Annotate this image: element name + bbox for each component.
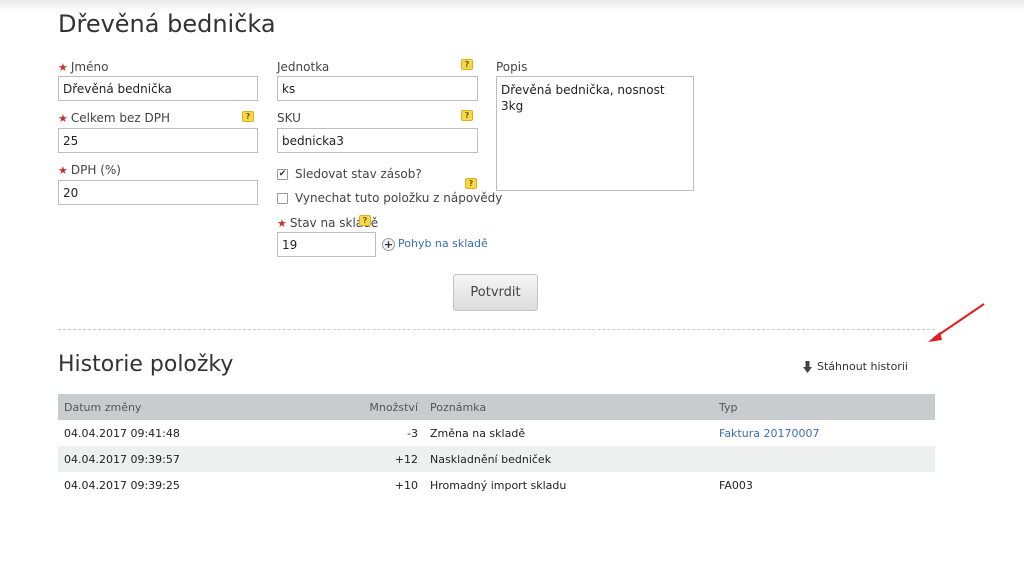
section-divider (58, 329, 935, 330)
row-quantity: +10 (394, 478, 418, 492)
table-header-row: Datum změny Množství Poznámka Typ (58, 394, 935, 420)
required-star-icon: ★ (58, 164, 68, 177)
submit-button[interactable]: Potvrdit (453, 274, 538, 311)
unit-input[interactable] (277, 76, 478, 101)
history-table: Datum změny Množství Poznámka Typ 04.04.… (58, 394, 935, 498)
help-icon[interactable]: ? (465, 178, 477, 189)
row-quantity: +12 (358, 446, 424, 472)
required-star-icon: ★ (58, 112, 68, 125)
name-label: ★ Jméno (58, 60, 109, 74)
help-icon[interactable]: ? (461, 110, 473, 121)
total-label: ★ Celkem bez DPH (58, 111, 170, 125)
stock-movement-link[interactable]: Pohyb na skladě (398, 237, 488, 250)
description-textarea[interactable]: Dřevěná bednička, nosnost 3kg (496, 76, 694, 191)
row-type: Faktura 20170007 (713, 420, 935, 446)
download-arrow-icon (803, 361, 812, 373)
table-row: 04.04.2017 09:39:25 +10 Hromadný import … (58, 472, 935, 498)
description-label: Popis (496, 60, 528, 74)
download-history-button[interactable]: Stáhnout historii (803, 360, 908, 373)
row-note: Naskladnění bedniček (424, 446, 713, 472)
column-header-date[interactable]: Datum změny (58, 394, 358, 420)
row-type (713, 446, 935, 472)
help-icon[interactable]: ? (461, 59, 473, 70)
row-quantity: -3 (407, 426, 418, 440)
column-header-type[interactable]: Typ (713, 394, 935, 420)
row-date: 04.04.2017 09:39:57 (58, 446, 358, 472)
track-stock-checkbox[interactable]: ✔ (277, 169, 288, 180)
help-icon[interactable]: ? (242, 111, 254, 122)
help-icon[interactable]: ? (359, 215, 371, 226)
plus-circle-icon[interactable]: + (382, 238, 395, 251)
invoice-link[interactable]: Faktura 20170007 (719, 427, 819, 440)
exclude-hint-checkbox[interactable] (277, 193, 288, 204)
exclude-hint-label: Vynechat tuto položku z nápovědy (295, 191, 503, 205)
track-stock-label: Sledovat stav zásob? (295, 167, 422, 181)
required-star-icon: ★ (277, 217, 287, 230)
page-title: Dřevěná bednička (58, 10, 276, 38)
vat-label: ★ DPH (%) (58, 163, 121, 177)
row-note: Hromadný import skladu (430, 478, 567, 492)
stock-input[interactable] (277, 232, 376, 257)
table-row: 04.04.2017 09:41:48 -3 Změna na skladě F… (58, 420, 935, 446)
history-title: Historie položky (58, 352, 234, 377)
required-star-icon: ★ (58, 61, 68, 74)
name-input[interactable] (58, 76, 258, 101)
sku-label: SKU (277, 111, 301, 125)
row-type: FA003 (719, 478, 753, 492)
column-header-note[interactable]: Poznámka (424, 394, 713, 420)
download-history-label: Stáhnout historii (817, 360, 908, 373)
total-input[interactable] (58, 128, 258, 153)
unit-label: Jednotka (277, 60, 330, 74)
vat-input[interactable] (58, 180, 258, 205)
table-row: 04.04.2017 09:39:57 +12 Naskladnění bedn… (58, 446, 935, 472)
annotation-arrow-icon (928, 303, 985, 342)
row-date: 04.04.2017 09:39:25 (64, 478, 180, 492)
row-note: Změna na skladě (430, 426, 526, 440)
sku-input[interactable] (277, 128, 478, 153)
column-header-quantity[interactable]: Množství (358, 394, 424, 420)
row-date: 04.04.2017 09:41:48 (64, 426, 180, 440)
